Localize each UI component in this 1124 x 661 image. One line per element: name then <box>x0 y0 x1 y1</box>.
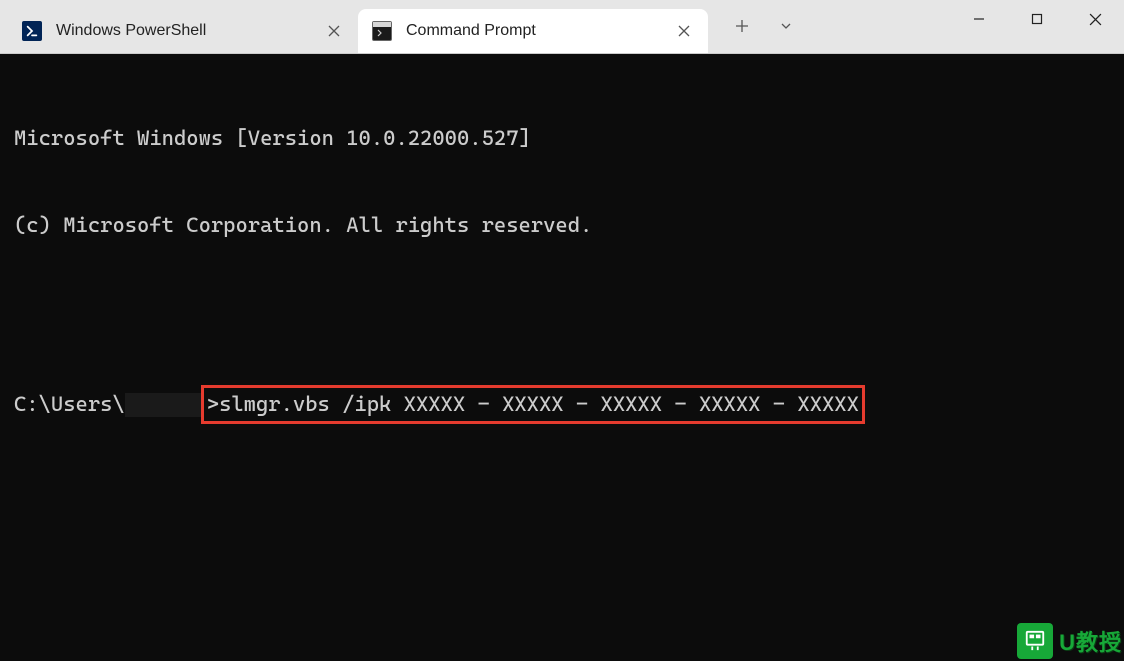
minimize-button[interactable] <box>950 0 1008 39</box>
close-window-button[interactable] <box>1066 0 1124 39</box>
command-highlight: >slmgr.vbs /ipk XXXXX - XXXXX - XXXXX - … <box>201 385 865 424</box>
tab-label: Windows PowerShell <box>56 22 322 40</box>
close-icon <box>328 25 340 37</box>
terminal-area[interactable]: Microsoft Windows [Version 10.0.22000.52… <box>0 54 1124 661</box>
maximize-button[interactable] <box>1008 0 1066 39</box>
maximize-icon <box>1031 13 1043 25</box>
tab-command-prompt[interactable]: Command Prompt <box>358 9 708 53</box>
plus-icon <box>735 19 749 33</box>
copyright-line: (c) Microsoft Corporation. All rights re… <box>14 211 1110 240</box>
watermark-text: U教授 <box>1059 625 1122 657</box>
watermark: U教授 <box>1017 623 1122 659</box>
prompt-char: > <box>207 392 219 416</box>
tab-close-button[interactable] <box>672 19 696 43</box>
window-controls <box>950 0 1124 53</box>
close-icon <box>678 25 690 37</box>
redacted-username <box>125 393 201 417</box>
prompt-path-prefix: C:\Users\ <box>14 390 125 419</box>
version-line: Microsoft Windows [Version 10.0.22000.52… <box>14 124 1110 153</box>
tab-powershell[interactable]: Windows PowerShell <box>8 9 358 53</box>
powershell-icon <box>22 21 42 41</box>
watermark-icon <box>1017 623 1053 659</box>
tab-actions <box>708 0 808 53</box>
prompt-line: C:\Users\ >slmgr.vbs /ipk XXXXX - XXXXX -… <box>14 385 1110 424</box>
tab-close-button[interactable] <box>322 19 346 43</box>
chevron-down-icon <box>779 19 793 33</box>
minimize-icon <box>973 13 985 25</box>
tab-dropdown-button[interactable] <box>764 4 808 48</box>
tab-strip: Windows PowerShell Command Prompt <box>0 0 950 53</box>
tab-label: Command Prompt <box>406 22 672 40</box>
titlebar: Windows PowerShell Command Prompt <box>0 0 1124 54</box>
cmd-icon <box>372 21 392 41</box>
blank-line <box>14 298 1110 327</box>
close-icon <box>1089 13 1102 26</box>
entered-command: slmgr.vbs /ipk XXXXX - XXXXX - XXXXX - X… <box>219 392 859 416</box>
new-tab-button[interactable] <box>720 4 764 48</box>
